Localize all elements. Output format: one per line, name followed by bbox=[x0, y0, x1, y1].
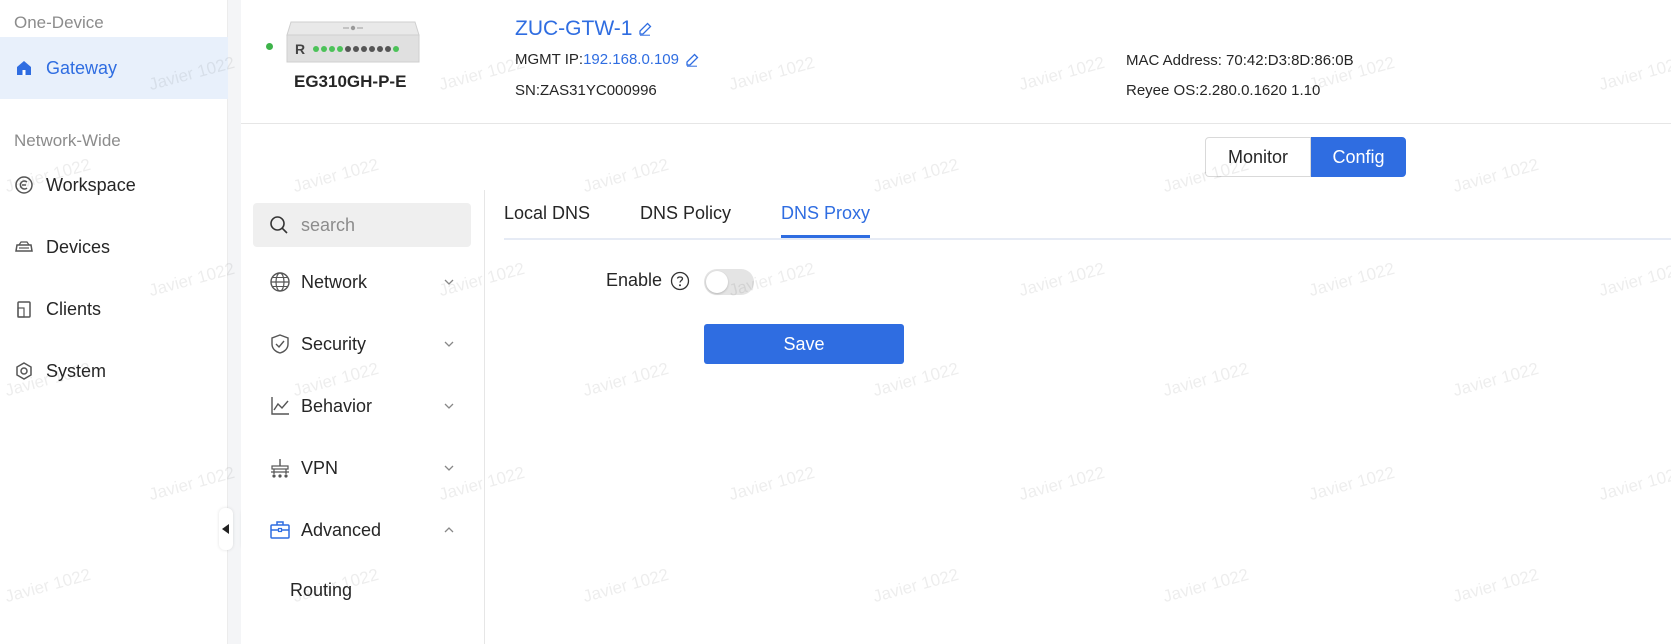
chevron-down-icon bbox=[444, 465, 454, 471]
content-area: Local DNS DNS Policy DNS Proxy Enable Sa… bbox=[504, 190, 1671, 644]
chevron-down-icon bbox=[444, 279, 454, 285]
toolbox-icon bbox=[269, 519, 291, 541]
sidebar-item-clients[interactable]: Clients bbox=[0, 278, 228, 340]
sidebar-item-label: Gateway bbox=[46, 57, 118, 78]
sidebar-item-gateway[interactable]: Gateway bbox=[0, 37, 228, 99]
help-icon[interactable] bbox=[670, 271, 690, 291]
main-panel: R EG310GH-P-E ZUC-GTW-1 MGMT IP: 192.168… bbox=[241, 0, 1671, 644]
search-input[interactable] bbox=[301, 214, 451, 236]
os-version: Reyee OS:2.280.0.1620 1.10 bbox=[1126, 82, 1321, 99]
devices-icon bbox=[14, 237, 34, 257]
config-menu: Network Security Behavior bbox=[241, 190, 485, 644]
menu-item-label: VPN bbox=[301, 457, 339, 478]
menu-item-label: Advanced bbox=[301, 519, 382, 540]
clients-icon bbox=[14, 299, 34, 319]
global-sidebar: One-Device Gateway Network-Wide Workspac… bbox=[0, 0, 228, 644]
menu-item-network[interactable]: Network bbox=[241, 251, 484, 313]
monitor-button[interactable]: Monitor bbox=[1205, 137, 1311, 177]
menu-item-behavior[interactable]: Behavior bbox=[241, 375, 484, 437]
sidebar-item-label: System bbox=[46, 360, 107, 381]
chevron-up-icon bbox=[444, 527, 454, 533]
sidebar-item-workspace[interactable]: Workspace bbox=[0, 154, 228, 216]
sidebar-item-label: Clients bbox=[46, 298, 102, 319]
mode-toggle: Monitor Config bbox=[1205, 137, 1406, 177]
collapse-left-button[interactable] bbox=[219, 508, 233, 550]
device-header: R EG310GH-P-E ZUC-GTW-1 MGMT IP: 192.168… bbox=[241, 0, 1671, 124]
menu-item-security[interactable]: Security bbox=[241, 313, 484, 375]
device-name-label: ZUC-GTW-1 bbox=[515, 17, 633, 40]
system-icon bbox=[14, 361, 34, 381]
svg-text:R: R bbox=[295, 41, 305, 57]
app-window: One-Device Gateway Network-Wide Workspac… bbox=[0, 0, 1671, 644]
sidebar-section-one-device: One-Device bbox=[14, 13, 104, 32]
tab-dns-proxy[interactable]: DNS Proxy bbox=[781, 203, 871, 238]
mgmt-ip-row: MGMT IP: 192.168.0.109 bbox=[515, 51, 699, 68]
caret-left-icon bbox=[222, 524, 229, 534]
menu-item-label: Behavior bbox=[301, 395, 373, 416]
toggle-knob bbox=[706, 271, 728, 293]
config-button[interactable]: Config bbox=[1311, 137, 1406, 177]
menu-item-label: Security bbox=[301, 333, 367, 354]
sidebar-item-label: Workspace bbox=[46, 174, 136, 195]
shield-icon bbox=[269, 333, 291, 355]
workspace-icon bbox=[14, 175, 34, 195]
status-indicator bbox=[266, 43, 273, 50]
vpn-icon bbox=[269, 457, 291, 479]
serial-number: SN:ZAS31YC000996 bbox=[515, 82, 657, 99]
globe-icon bbox=[269, 271, 291, 293]
chart-icon bbox=[269, 395, 291, 417]
mac-address: MAC Address: 70:42:D3:8D:86:0B bbox=[1126, 52, 1354, 69]
enable-label: Enable bbox=[606, 270, 663, 290]
tab-bar: Local DNS DNS Policy DNS Proxy bbox=[504, 190, 1671, 240]
sidebar-item-system[interactable]: System bbox=[0, 340, 228, 402]
chevron-down-icon bbox=[444, 403, 454, 409]
device-image: R bbox=[286, 21, 420, 63]
search-box bbox=[253, 203, 471, 247]
edit-name-icon[interactable] bbox=[638, 22, 652, 36]
chevron-down-icon bbox=[444, 341, 454, 347]
sidebar-section-network-wide: Network-Wide bbox=[14, 131, 121, 150]
enable-field-label: Enable bbox=[606, 270, 690, 291]
menu-item-label: Network bbox=[301, 271, 368, 292]
device-name[interactable]: ZUC-GTW-1 bbox=[515, 17, 652, 41]
menu-subitem-routing[interactable]: Routing bbox=[290, 580, 352, 601]
tab-dns-policy[interactable]: DNS Policy bbox=[640, 203, 731, 235]
sidebar-item-devices[interactable]: Devices bbox=[0, 216, 228, 278]
enable-toggle[interactable] bbox=[704, 269, 754, 295]
save-button[interactable]: Save bbox=[704, 324, 904, 364]
device-model: EG310GH-P-E bbox=[294, 72, 407, 91]
search-icon bbox=[270, 216, 288, 234]
mgmt-ip-label: MGMT IP: bbox=[515, 51, 584, 68]
mgmt-ip-value[interactable]: 192.168.0.109 bbox=[583, 51, 679, 68]
menu-item-advanced[interactable]: Advanced bbox=[241, 499, 484, 561]
menu-item-vpn[interactable]: VPN bbox=[241, 437, 484, 499]
home-icon bbox=[14, 58, 34, 78]
tab-local-dns[interactable]: Local DNS bbox=[504, 203, 590, 235]
edit-ip-icon[interactable] bbox=[685, 53, 699, 67]
sidebar-item-label: Devices bbox=[46, 236, 111, 257]
